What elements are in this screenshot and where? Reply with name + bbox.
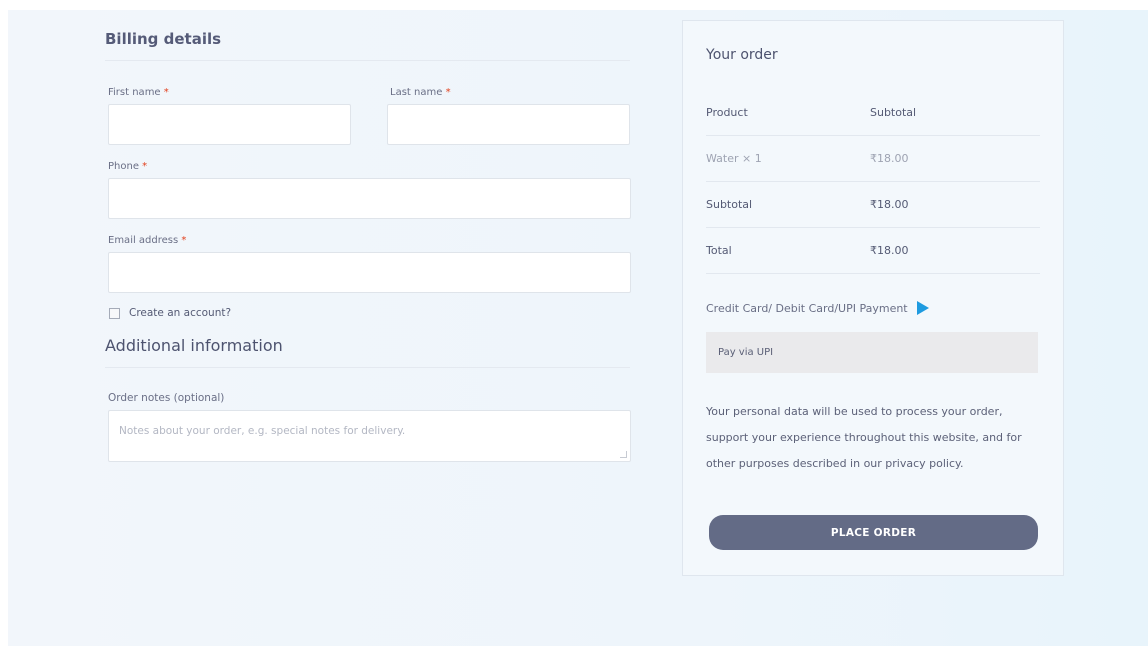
product-price: ₹18.00	[870, 152, 909, 165]
billing-title: Billing details	[105, 30, 630, 61]
total-value: ₹18.00	[870, 244, 909, 257]
last-name-group: Last name *	[387, 87, 630, 145]
required-mark: *	[445, 87, 451, 98]
privacy-notice: Your personal data will be used to proce…	[706, 405, 1022, 470]
phone-label: Phone *	[108, 161, 148, 172]
last-name-label: Last name *	[390, 87, 451, 98]
payment-method[interactable]: Credit Card/ Debit Card/UPI Payment	[706, 301, 929, 315]
subtotal-header: Subtotal	[870, 106, 917, 119]
table-header-row: Product Subtotal	[706, 90, 1040, 136]
resize-grip-icon[interactable]	[620, 451, 627, 458]
subtotal-value: ₹18.00	[870, 198, 909, 211]
create-account-label: Create an account?	[129, 307, 232, 319]
subtotal-label: Subtotal	[706, 198, 753, 211]
order-summary: Your order Product Subtotal Water × 1 ₹1…	[682, 20, 1064, 576]
total-row: Total ₹18.00	[706, 228, 1040, 274]
first-name-label: First name *	[108, 87, 169, 98]
last-name-input[interactable]	[387, 104, 630, 145]
place-order-button[interactable]: PLACE ORDER	[709, 515, 1038, 550]
order-table: Product Subtotal Water × 1 ₹18.00 Subtot…	[706, 90, 1040, 274]
create-account-checkbox[interactable]	[109, 307, 120, 319]
order-notes-textarea[interactable]: Notes about your order, e.g. special not…	[108, 410, 631, 462]
email-label: Email address *	[108, 235, 187, 246]
required-mark: *	[142, 161, 148, 172]
payment-method-label: Credit Card/ Debit Card/UPI Payment	[706, 301, 908, 315]
first-name-group: First name *	[105, 87, 351, 145]
order-notes-label: Order notes (optional)	[108, 392, 225, 404]
product-header: Product	[706, 106, 748, 119]
create-account-row[interactable]: Create an account?	[109, 307, 630, 319]
phone-input[interactable]	[108, 178, 631, 219]
subtotal-row: Subtotal ₹18.00	[706, 182, 1040, 228]
required-mark: *	[163, 87, 169, 98]
required-mark: *	[181, 235, 187, 246]
first-name-input[interactable]	[108, 104, 351, 145]
product-qty: × 1	[742, 152, 762, 165]
order-title: Your order	[706, 47, 778, 63]
order-notes-placeholder: Notes about your order, e.g. special not…	[119, 425, 406, 437]
product-name: Water	[706, 152, 739, 165]
product-cell: Water × 1	[706, 152, 870, 165]
email-group: Email address *	[105, 235, 631, 293]
phone-group: Phone *	[105, 161, 631, 219]
table-row: Water × 1 ₹18.00	[706, 136, 1040, 182]
email-input[interactable]	[108, 252, 631, 293]
name-row: First name * Last name *	[105, 87, 630, 145]
total-label: Total	[706, 244, 732, 257]
billing-form: Billing details First name * Last name *…	[105, 30, 631, 462]
upi-logo-icon	[916, 301, 929, 315]
additional-info-title: Additional information	[105, 336, 630, 368]
payment-description-box: Pay via UPI	[706, 332, 1038, 373]
payment-description: Pay via UPI	[718, 347, 774, 358]
